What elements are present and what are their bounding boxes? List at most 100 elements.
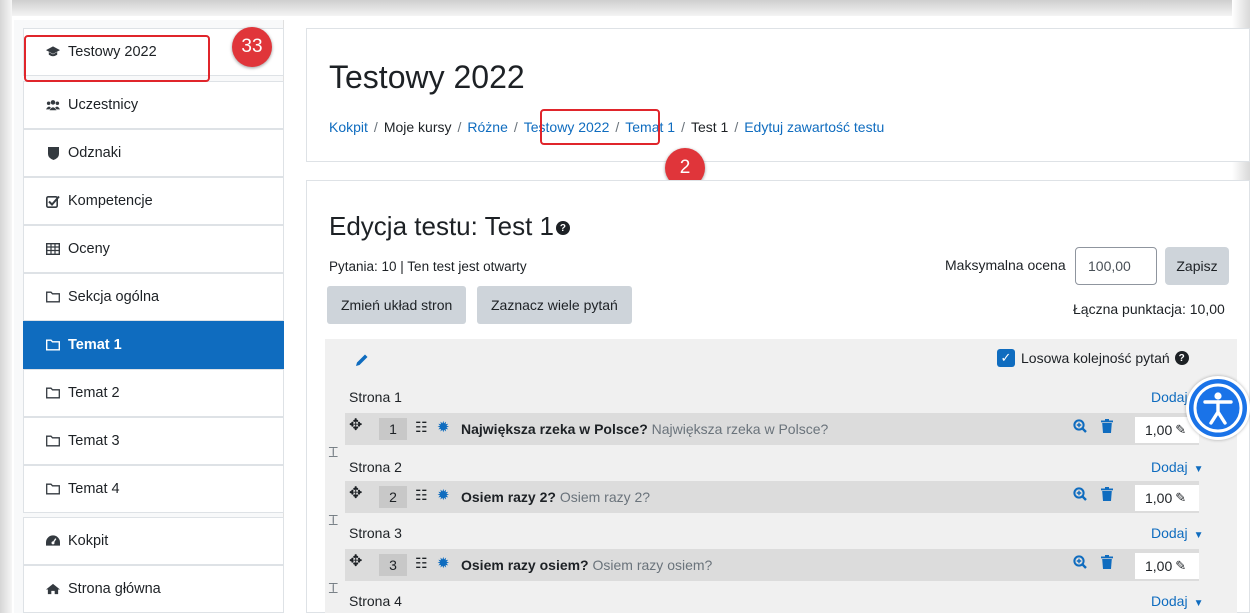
- page-label: Strona 2: [349, 459, 402, 475]
- add-label: Dodaj: [1151, 525, 1188, 541]
- preview-icon[interactable]: [1073, 419, 1087, 437]
- add-dropdown[interactable]: Dodaj ▼: [1151, 525, 1204, 541]
- sidebar-item-grades[interactable]: Oceny: [23, 225, 284, 273]
- add-label: Dodaj: [1151, 593, 1188, 609]
- preview-icon[interactable]: [1073, 555, 1087, 573]
- sidebar-item-label: Temat 2: [68, 385, 120, 401]
- question-name: Osiem razy 2?: [461, 489, 556, 505]
- question-text[interactable]: Osiem razy 2? Osiem razy 2?: [461, 489, 650, 505]
- sidebar-item-participants[interactable]: Uczestnicy: [23, 81, 284, 129]
- question-row: ✥ 3 ☷ ✹ Osiem razy osiem? Osiem razy osi…: [345, 549, 1199, 581]
- pencil-icon[interactable]: ✎: [1175, 558, 1186, 574]
- trash-icon[interactable]: [1101, 487, 1113, 504]
- question-mark-value: 1,00: [1145, 422, 1173, 438]
- check-square-icon: [46, 194, 60, 208]
- sidebar-item-home[interactable]: Strona główna: [23, 565, 284, 613]
- sidebar-item-label: Temat 4: [68, 481, 120, 497]
- dashboard-icon: [46, 534, 60, 548]
- question-text[interactable]: Osiem razy osiem? Osiem razy osiem?: [461, 557, 712, 573]
- gear-icon[interactable]: ✹: [437, 486, 450, 504]
- question-mark-field[interactable]: 1,00 ✎: [1135, 485, 1199, 511]
- table-icon: [46, 242, 60, 256]
- question-mark-field[interactable]: 1,00 ✎: [1135, 553, 1199, 579]
- breadcrumb-my-courses: Moje kursy: [383, 119, 452, 135]
- add-label: Dodaj: [1151, 389, 1188, 405]
- breadcrumb-separator: /: [373, 119, 378, 135]
- home-icon: [46, 582, 60, 596]
- annotation-box-course: [24, 35, 210, 82]
- sidebar-item-topic-2[interactable]: Temat 2: [23, 369, 284, 417]
- page-break-icon[interactable]: ┬ ┴: [329, 509, 338, 530]
- sidebar-item-label: Temat 3: [68, 433, 120, 449]
- gear-icon[interactable]: ✹: [437, 554, 450, 572]
- repaginate-button[interactable]: Zmień układ stron: [327, 286, 467, 324]
- question-mark-value: 1,00: [1145, 490, 1173, 506]
- move-icon[interactable]: ✥: [349, 483, 362, 503]
- breadcrumb-misc[interactable]: Różne: [467, 119, 507, 135]
- shuffle-label: Losowa kolejność pytań: [1021, 350, 1170, 366]
- annotation-badge-33: 33: [232, 27, 272, 67]
- question-number: 2: [379, 486, 407, 508]
- breadcrumb-separator: /: [734, 119, 739, 135]
- breadcrumb-separator: /: [513, 119, 518, 135]
- preview-icon[interactable]: [1073, 487, 1087, 505]
- caret-down-icon: ▼: [1193, 530, 1204, 541]
- question-mark-value: 1,00: [1145, 558, 1173, 574]
- pencil-icon[interactable]: ✎: [1175, 422, 1186, 438]
- pencil-icon[interactable]: ✎: [1175, 490, 1186, 506]
- sidebar-item-topic-4[interactable]: Temat 4: [23, 465, 284, 513]
- folder-icon: [46, 290, 60, 304]
- save-button[interactable]: Zapisz: [1165, 247, 1229, 285]
- move-icon[interactable]: ✥: [349, 551, 362, 571]
- folder-icon: [46, 386, 60, 400]
- breadcrumb-edit-quiz[interactable]: Edytuj zawartość testu: [744, 119, 884, 135]
- checkbox-checked-icon[interactable]: ✓: [997, 349, 1015, 367]
- shuffle-questions-toggle[interactable]: ✓ Losowa kolejność pytań ?: [997, 349, 1189, 367]
- screenshot-frame: Testowy 2022 Uczestnicy Odznaki Kompeten…: [0, 0, 1250, 613]
- folder-icon: [46, 338, 60, 352]
- gear-icon[interactable]: ✹: [437, 418, 450, 436]
- frame-shadow-left: [0, 0, 12, 613]
- question-row: ✥ 2 ☷ ✹ Osiem razy 2? Osiem razy 2? 1,00…: [345, 481, 1199, 513]
- list-icon: ☷: [415, 419, 428, 435]
- sidebar-item-label: Kompetencje: [68, 193, 153, 209]
- add-dropdown[interactable]: Dodaj ▼: [1151, 459, 1204, 475]
- question-row: ✥ 1 ☷ ✹ Największa rzeka w Polsce? Najwi…: [345, 413, 1199, 445]
- max-grade-label: Maksymalna ocena: [945, 257, 1066, 273]
- pencil-icon[interactable]: [355, 353, 369, 371]
- shield-icon: [46, 146, 60, 160]
- sidebar-item-topic-3[interactable]: Temat 3: [23, 417, 284, 465]
- add-dropdown[interactable]: Dodaj ▼: [1151, 593, 1204, 609]
- trash-icon[interactable]: [1101, 555, 1113, 572]
- help-icon[interactable]: ?: [555, 221, 570, 236]
- sidebar-item-label: Uczestnicy: [68, 97, 139, 113]
- quiz-edit-card: Edycja testu: Test 1? Pytania: 10 | Ten …: [306, 180, 1250, 613]
- question-body: Największa rzeka w Polsce?: [651, 421, 829, 437]
- select-multiple-button[interactable]: Zaznacz wiele pytań: [477, 286, 632, 324]
- breadcrumb-test-1: Test 1: [690, 119, 729, 135]
- trash-icon[interactable]: [1101, 419, 1113, 436]
- page-break-icon[interactable]: ┬ ┴: [329, 441, 338, 462]
- sidebar-item-competencies[interactable]: Kompetencje: [23, 177, 284, 225]
- help-icon[interactable]: ?: [1174, 351, 1189, 365]
- question-text[interactable]: Największa rzeka w Polsce? Największa rz…: [461, 421, 828, 437]
- move-icon[interactable]: ✥: [349, 415, 362, 435]
- question-name: Największa rzeka w Polsce?: [461, 421, 648, 437]
- add-label: Dodaj: [1151, 459, 1188, 475]
- page-label: Strona 1: [349, 389, 402, 405]
- sidebar-item-badges[interactable]: Odznaki: [23, 129, 284, 177]
- breadcrumb-dashboard[interactable]: Kokpit: [329, 119, 368, 135]
- accessibility-button[interactable]: [1186, 376, 1250, 440]
- annotation-box-breadcrumb: [540, 109, 660, 145]
- max-grade-input[interactable]: [1075, 247, 1157, 285]
- folder-icon: [46, 482, 60, 496]
- sidebar-item-general-section[interactable]: Sekcja ogólna: [23, 273, 284, 321]
- quiz-info: Pytania: 10 | Ten test jest otwarty: [329, 259, 527, 274]
- page-break-icon[interactable]: ┬ ┴: [329, 577, 338, 598]
- question-number: 1: [379, 418, 407, 440]
- page-label: Strona 4: [349, 593, 402, 609]
- sidebar-item-topic-1[interactable]: Temat 1: [23, 321, 284, 369]
- question-name: Osiem razy osiem?: [461, 557, 589, 573]
- sidebar-item-dashboard[interactable]: Kokpit: [23, 517, 284, 565]
- sidebar-item-label: Strona główna: [68, 581, 161, 597]
